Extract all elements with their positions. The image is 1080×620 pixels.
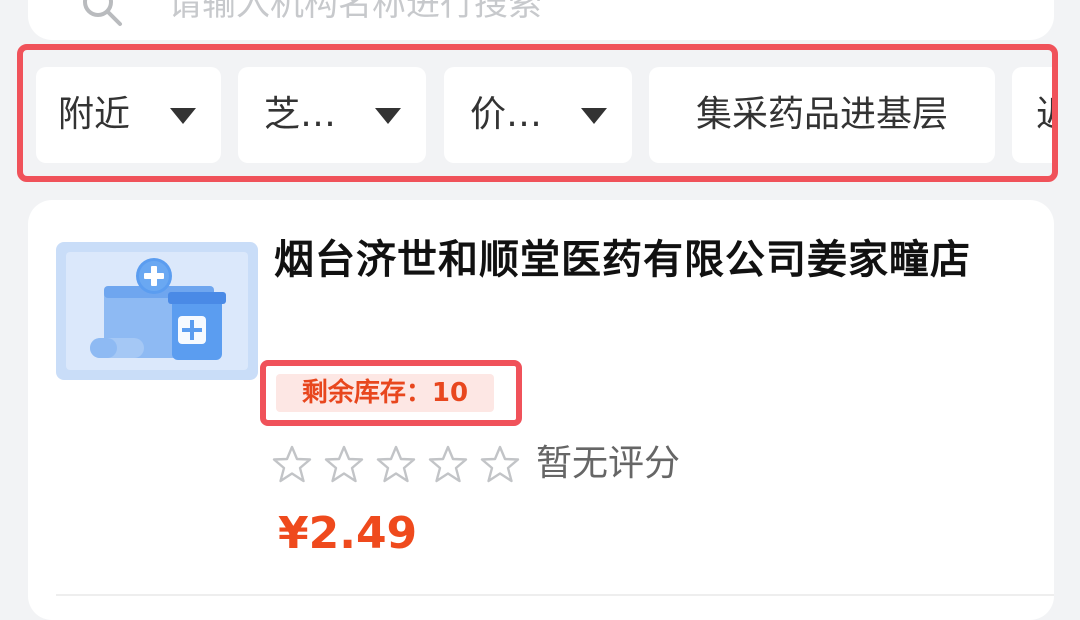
price: ¥2.49 xyxy=(278,508,418,559)
star-empty-icon xyxy=(376,445,416,483)
star-empty-icon xyxy=(272,445,312,483)
divider xyxy=(56,594,1054,596)
filter-price-label: 价… xyxy=(470,94,543,135)
chevron-down-icon xyxy=(581,108,607,124)
store-name: 烟台济世和顺堂医药有限公司姜家疃店 xyxy=(274,237,971,283)
filter-district-label: 芝… xyxy=(264,94,337,135)
filter-nearby[interactable]: 附近 xyxy=(36,67,221,163)
search-icon xyxy=(80,0,124,28)
star-empty-icon xyxy=(480,445,520,483)
chevron-down-icon xyxy=(375,108,401,124)
star-empty-icon xyxy=(428,445,468,483)
filter-centralized-procurement-label: 集采药品进基层 xyxy=(695,94,948,135)
store-thumbnail xyxy=(56,242,258,380)
stock-highlight: 剩余库存： 10 xyxy=(260,360,522,426)
rating-text: 暂无评分 xyxy=(536,443,681,484)
filter-price[interactable]: 价… xyxy=(444,67,632,163)
filter-nearby-label: 附近 xyxy=(58,94,131,135)
star-empty-icon xyxy=(324,445,364,483)
store-card[interactable]: 烟台济世和顺堂医药有限公司姜家疃店 剩余库存： 10 暂无评分 ¥2.49 xyxy=(28,200,1054,620)
chevron-down-icon xyxy=(170,108,196,124)
filter-more[interactable]: 近 xyxy=(1012,67,1052,163)
filter-bar: 附近 芝… 价… 集采药品进基层 近 xyxy=(17,44,1058,182)
filter-centralized-procurement[interactable]: 集采药品进基层 xyxy=(649,67,995,163)
stock-value: 10 xyxy=(431,378,469,408)
stock-label: 剩余库存： xyxy=(301,378,432,408)
filter-more-label: 近 xyxy=(1036,93,1052,137)
search-bar[interactable]: 请输入机构名称进行搜索 xyxy=(28,0,1054,40)
stock-badge: 剩余库存： 10 xyxy=(276,374,494,412)
search-input[interactable]: 请输入机构名称进行搜索 xyxy=(168,0,542,26)
filter-district[interactable]: 芝… xyxy=(238,67,426,163)
pharmacy-icon xyxy=(90,258,226,360)
